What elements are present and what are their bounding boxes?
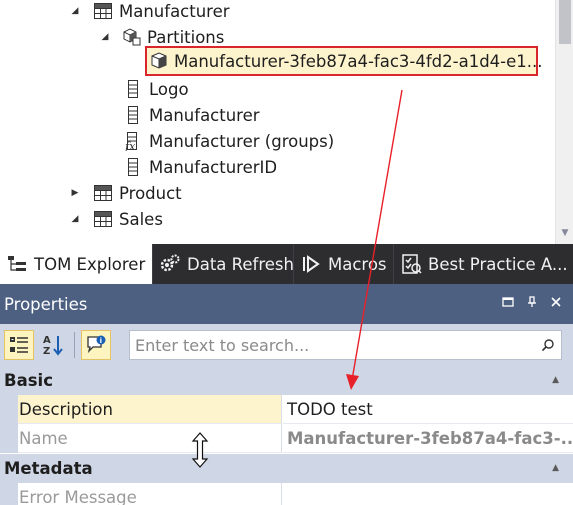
properties-panel-header: Properties (0, 284, 573, 324)
window-menu-icon[interactable] (501, 296, 515, 310)
tree-node-label: Manufacturer-3feb87a4-fac3-4fd2-a1d4-e1.… (174, 51, 543, 71)
macro-play-icon (300, 253, 322, 275)
tree-node-label: Manufacturer (149, 105, 260, 125)
tab-label: Macros (328, 254, 387, 274)
tree-node-column-logo[interactable]: Logo (122, 76, 189, 102)
expanded-chevron-icon[interactable]: ◢ (70, 214, 80, 224)
category-label: Metadata (4, 459, 93, 478)
property-search-input[interactable] (130, 331, 535, 359)
tom-explorer-tree: ◢ Manufacturer ◢ Partitions Manufacturer… (0, 0, 573, 244)
category-label: Basic (4, 371, 53, 390)
tree-node-selected-partition[interactable]: Manufacturer-3feb87a4-fac3-4fd2-a1d4-e1.… (145, 46, 543, 76)
tree-node-label: Logo (149, 79, 189, 99)
scroll-down-arrow-icon[interactable]: ▼ (556, 228, 573, 238)
tree-node-label: Sales (119, 209, 163, 229)
tree-node-label: Product (119, 183, 182, 203)
svg-text:fx: fx (124, 140, 136, 151)
row-gutter (0, 424, 18, 453)
tree-node-label: ManufacturerID (149, 157, 278, 177)
table-icon (92, 208, 114, 230)
sort-az-icon: AZ (43, 335, 63, 357)
tab-label: Best Practice A... (428, 254, 568, 274)
tree-vertical-scrollbar[interactable]: ▼ (555, 0, 573, 244)
table-icon (92, 182, 114, 204)
tree-node-label: Manufacturer (groups) (149, 131, 335, 151)
partition-icon (149, 50, 169, 72)
description-pane-button[interactable]: i (81, 330, 111, 360)
expanded-chevron-icon[interactable]: ◢ (70, 6, 80, 16)
table-icon (92, 0, 114, 22)
toolbar-separator (74, 332, 75, 358)
property-name: Description (18, 395, 282, 424)
column-icon (122, 104, 144, 126)
checklist-icon (400, 253, 422, 275)
property-name: Error Message (18, 483, 282, 505)
search-icon[interactable] (535, 338, 561, 352)
tree-node-label: Partitions (147, 27, 225, 47)
column-icon (122, 156, 144, 178)
property-value[interactable] (283, 483, 573, 505)
explorer-tab-strip: TOM Explorer Data Refresh Macros Best Pr… (0, 244, 573, 284)
panel-title: Properties (4, 294, 88, 314)
tab-tom-explorer[interactable]: TOM Explorer (0, 244, 153, 284)
collapse-caret-icon[interactable]: ▲ (552, 463, 559, 473)
tree-node-sales-table[interactable]: ◢ Sales (70, 206, 163, 232)
tree-node-calculated-column-groups[interactable]: fx Manufacturer (groups) (122, 128, 334, 154)
pin-icon[interactable] (525, 296, 539, 310)
tree-node-column-manufacturer[interactable]: Manufacturer (122, 102, 260, 128)
property-value[interactable]: Manufacturer-3feb87a4-fac3-... (283, 424, 573, 453)
column-icon (122, 78, 144, 100)
tab-data-refresh[interactable]: Data Refresh (153, 244, 294, 284)
property-row-description[interactable]: Description TODO test (0, 395, 573, 424)
alphabetical-sort-button[interactable]: AZ (38, 330, 68, 360)
close-icon[interactable] (549, 296, 563, 310)
category-metadata[interactable]: Metadata ▲ (0, 454, 573, 483)
tab-label: Data Refresh (187, 254, 294, 274)
expanded-chevron-icon[interactable]: ◢ (100, 32, 110, 42)
partitions-icon (120, 26, 142, 48)
property-name: Name (18, 424, 282, 453)
tab-macros[interactable]: Macros (294, 244, 394, 284)
property-grid: Basic ▲ Description TODO test Name Manuf… (0, 366, 573, 505)
tree-node-label: Manufacturer (119, 1, 230, 21)
properties-toolbar: AZ i (0, 324, 573, 366)
calculated-column-icon: fx (122, 130, 144, 152)
svg-text:Z: Z (43, 346, 50, 357)
tree-icon (6, 253, 28, 275)
svg-text:A: A (43, 335, 51, 346)
property-search-box[interactable] (129, 330, 562, 360)
property-row-name[interactable]: Name Manufacturer-3feb87a4-fac3-... (0, 424, 573, 453)
categorized-view-button[interactable] (4, 330, 34, 360)
tree-node-product-table[interactable]: ▶ Product (70, 180, 182, 206)
row-gutter (0, 395, 18, 424)
tree-node-column-manufacturerid[interactable]: ManufacturerID (122, 154, 277, 180)
tree-node-manufacturer-table[interactable]: ◢ Manufacturer (70, 0, 230, 24)
category-basic[interactable]: Basic ▲ (0, 366, 573, 395)
row-gutter (0, 483, 18, 505)
vertical-resize-cursor-icon (191, 432, 209, 468)
speech-bubble-icon: i (87, 335, 106, 354)
categorized-icon (10, 337, 28, 353)
collapse-caret-icon[interactable]: ▲ (552, 375, 559, 385)
svg-text:i: i (100, 337, 102, 345)
property-value-editor[interactable]: TODO test (283, 395, 573, 424)
gears-icon (159, 253, 181, 275)
property-row-error-message[interactable]: Error Message (0, 483, 573, 505)
scrollbar-thumb[interactable] (559, 0, 571, 44)
collapsed-chevron-icon[interactable]: ▶ (70, 188, 80, 198)
tab-best-practice-analyzer[interactable]: Best Practice A... (394, 244, 573, 284)
tab-label: TOM Explorer (34, 254, 146, 274)
